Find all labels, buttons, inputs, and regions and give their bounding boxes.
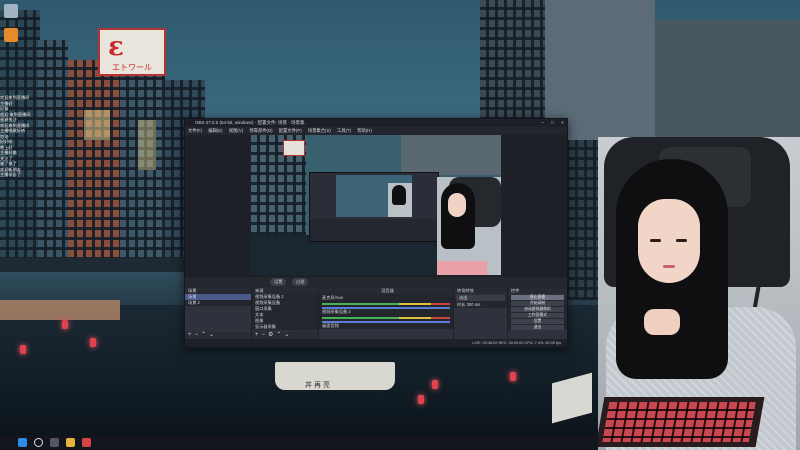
obs-menu-bar: 文件(F) 编辑(E) 视图(V) 停靠部件(D) 配置文件(P) 场景集合(S…	[185, 127, 567, 135]
mouth	[663, 265, 675, 268]
lantern	[510, 372, 516, 381]
lantern	[418, 395, 424, 404]
lantern	[432, 380, 438, 389]
keyboard	[598, 397, 765, 447]
eye	[650, 239, 661, 242]
menu-edit[interactable]: 编辑(E)	[208, 128, 222, 133]
preview-face	[448, 193, 466, 217]
keyboard-keys	[602, 402, 756, 442]
menu-help[interactable]: 帮助(H)	[357, 128, 372, 133]
lantern	[62, 320, 68, 329]
menu-view[interactable]: 视图(V)	[229, 128, 243, 133]
menu-profile[interactable]: 配置文件(P)	[279, 128, 302, 133]
nested-obs-preview	[309, 172, 439, 242]
scenes-dock: 场景 场景 场景 2 +−⌃⌄	[185, 287, 252, 339]
mixer-channel-label: 麦克风/Aux	[322, 295, 343, 300]
sign-glyph: ε	[108, 32, 124, 62]
nested-person	[392, 185, 406, 205]
preview-sign	[283, 140, 305, 156]
sign-text: エトワール	[112, 63, 152, 72]
close-icon[interactable]: ×	[558, 119, 567, 127]
store-sign: ε エトワール	[98, 28, 166, 76]
mixer-dock-title: 混音器	[319, 287, 453, 294]
menu-tools[interactable]: 工具(T)	[337, 128, 351, 133]
menu-file[interactable]: 文件(F)	[188, 128, 202, 133]
sources-dock: 来源 视频采集设备 2 视频采集设备 窗口采集 文本 图像 显示器采集 +−⚙⌃…	[252, 287, 319, 339]
controls-dock: 控件 停止直播 开始录制 启动虚拟摄像机 工作室模式 设置 退出	[508, 287, 567, 339]
obs-title-bar[interactable]: OBS 27.0.0 (64-bit, windows) - 配置文件: 场景 …	[185, 119, 567, 127]
virtual-camera-button[interactable]: 启动虚拟摄像机	[511, 307, 564, 312]
webcam-overlay	[598, 137, 800, 450]
lantern	[20, 345, 26, 354]
obs-window: OBS 27.0.0 (64-bit, windows) - 配置文件: 场景 …	[184, 118, 568, 348]
transition-duration-label: 时长 300 ms	[454, 302, 507, 308]
sources-dock-title: 来源	[252, 287, 318, 294]
duration-label: 时长	[457, 302, 466, 307]
transition-select[interactable]: 淡出	[456, 295, 505, 301]
preview-toolbar: 设置 过滤	[185, 277, 567, 287]
source-item[interactable]: 显示器采集	[252, 324, 318, 330]
bridge	[0, 258, 190, 272]
mixer-channel-label: 视频采集设备 2	[322, 309, 351, 314]
chat-message: 主播辛苦了	[0, 172, 21, 177]
taskbar	[0, 435, 598, 450]
boat	[275, 362, 395, 390]
preview-keyboard	[437, 261, 487, 275]
minimize-icon[interactable]: –	[538, 119, 547, 127]
menu-docks[interactable]: 停靠部件(D)	[249, 128, 272, 133]
live-chat-overlay: 欢迎来到直播间 主播好 好看 欢迎 来到直播间 感谢关注 欢迎来到直播间 主播唱…	[0, 95, 98, 178]
building-left-4	[120, 70, 165, 270]
filter-source-button[interactable]: 过滤	[292, 278, 309, 286]
windows-start-icon[interactable]	[18, 438, 27, 447]
nested-obs-canvas	[336, 175, 412, 217]
start-recording-button[interactable]: 开始录制	[511, 301, 564, 306]
search-icon[interactable]	[34, 438, 43, 447]
lantern	[90, 338, 96, 347]
sources-dock-toolbar[interactable]: +−⚙⌃⌄	[252, 332, 318, 339]
controls-dock-title: 控件	[508, 287, 567, 294]
obs-window-title: OBS 27.0.0 (64-bit, windows) - 配置文件: 场景 …	[195, 120, 305, 125]
volume-meter	[322, 317, 450, 319]
eye	[676, 239, 687, 242]
exit-button[interactable]: 退出	[511, 325, 564, 330]
file-explorer-icon[interactable]	[66, 438, 75, 447]
settings-button[interactable]: 设置	[511, 319, 564, 324]
settings-source-button[interactable]: 设置	[270, 278, 287, 286]
scenes-dock-toolbar[interactable]: +−⌃⌄	[185, 332, 251, 339]
boat-left	[0, 300, 120, 320]
building-right-1	[480, 0, 550, 130]
audio-mixer-dock: 混音器 麦克风/Aux 视频采集设备 2 桌面音频	[319, 287, 454, 339]
transitions-dock: 转场特效 淡出 时长 300 ms	[454, 287, 508, 339]
preview-canvas[interactable]	[251, 135, 501, 275]
studio-mode-button[interactable]: 工作室模式	[511, 313, 564, 318]
app-shortcut-icon[interactable]	[4, 28, 18, 42]
task-view-icon[interactable]	[50, 438, 59, 447]
preview-building-right	[401, 135, 501, 175]
recycle-bin-icon[interactable]	[4, 4, 18, 18]
volume-meter	[322, 303, 450, 305]
boat-text: 丼 再 亮	[305, 382, 330, 389]
nested-docks	[310, 219, 438, 241]
scenes-dock-title: 场景	[185, 287, 251, 294]
obs-preview-area[interactable]	[185, 135, 567, 277]
building-right-3	[655, 20, 800, 140]
building-window-lights-2	[138, 120, 156, 170]
face	[638, 199, 700, 283]
scene-item[interactable]: 场景 2	[185, 300, 251, 306]
hand	[644, 309, 680, 335]
transitions-dock-title: 转场特效	[454, 287, 507, 294]
app-icon[interactable]	[82, 438, 91, 447]
menu-scene-collection[interactable]: 场景集合(S)	[308, 128, 331, 133]
preview-webcam	[437, 177, 501, 275]
maximize-icon[interactable]: □	[548, 119, 557, 127]
mixer-channel-label: 桌面音频	[322, 323, 339, 328]
duration-value[interactable]: 300 ms	[467, 302, 481, 307]
obs-status-bar: LIVE: 00:48:02 REC: 00:00:00 CPU: 7.4%, …	[185, 339, 567, 347]
stop-streaming-button[interactable]: 停止直播	[511, 295, 564, 300]
